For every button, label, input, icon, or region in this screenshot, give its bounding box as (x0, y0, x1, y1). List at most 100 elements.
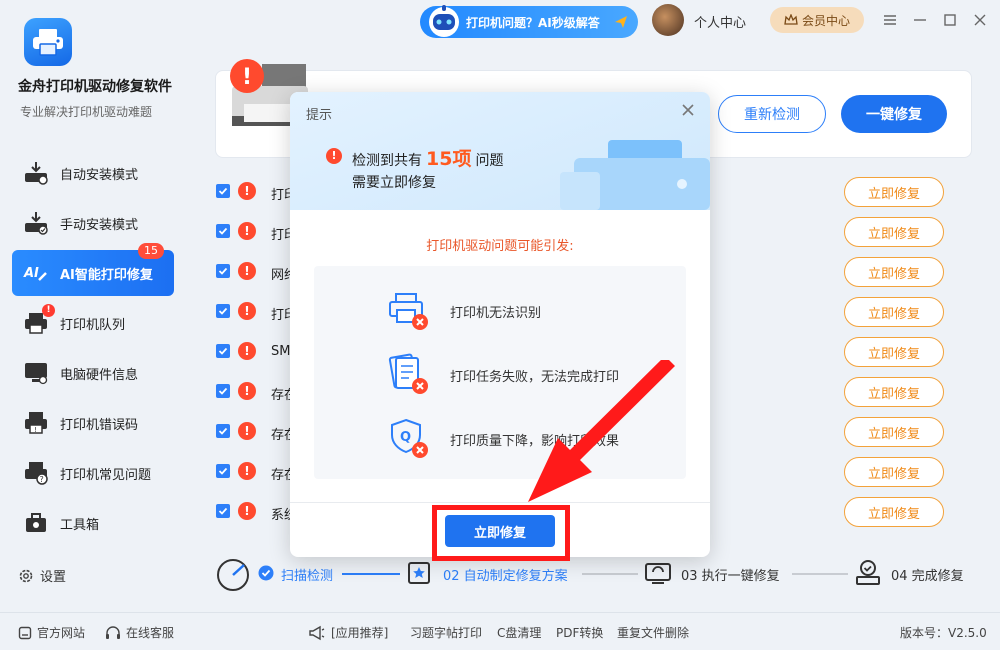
online-support-link[interactable]: 在线客服 (105, 624, 174, 641)
checkmark-icon (218, 227, 228, 235)
app-logo (24, 18, 72, 66)
checkmark-icon (218, 187, 228, 195)
complete-icon (856, 560, 880, 585)
fix-now-button[interactable]: 立即修复 (844, 417, 944, 447)
sidebar-item-label: 手动安装模式 (60, 217, 139, 233)
annotation-arrow-icon (528, 360, 675, 502)
checkmark-icon (218, 507, 228, 515)
row-checkbox[interactable] (216, 264, 230, 278)
member-center-label: 会员中心 (801, 13, 850, 28)
plan-star-icon (408, 562, 430, 584)
member-center-button[interactable]: 会员中心 (770, 7, 864, 33)
fix-now-button[interactable]: 立即修复 (844, 377, 944, 407)
row-checkbox[interactable] (216, 464, 230, 478)
checkmark-icon (218, 267, 228, 275)
annotation-highlight-box (432, 505, 570, 561)
quality-error-icon: Q (391, 418, 428, 458)
radar-scan-icon (217, 559, 249, 591)
row-checkbox[interactable] (216, 304, 230, 318)
footer-link-copybook[interactable]: 习题字帖打印 (410, 624, 482, 641)
issue-count-badge: 15 (138, 243, 164, 259)
gear-icon (19, 569, 33, 582)
fix-now-button[interactable]: 立即修复 (844, 457, 944, 487)
row-checkbox[interactable] (216, 184, 230, 198)
checkmark-icon (218, 307, 228, 315)
megaphone-icon (309, 625, 325, 640)
fix-now-button[interactable]: 立即修复 (844, 337, 944, 367)
sidebar-item-auto-install[interactable]: 自动安装模式 (12, 150, 174, 196)
footer-link-pdf-convert[interactable]: PDF转换 (556, 624, 603, 641)
headset-icon (106, 625, 120, 639)
footer-link-c-drive-clean[interactable]: C盘清理 (497, 624, 541, 641)
warning-icon: ! (238, 182, 256, 200)
detect-summary-line2: 需要立即修复 (352, 175, 436, 191)
sidebar-item-label: 打印机常见问题 (60, 467, 152, 483)
fix-now-button[interactable]: 立即修复 (844, 297, 944, 327)
app-recommend-label: [应用推荐] (308, 624, 388, 641)
sidebar-item-faq[interactable]: ? 打印机常见问题 (12, 450, 174, 496)
sidebar: 金舟打印机驱动修复软件 专业解决打印机驱动难题 自动安装模式 手动安装模式 AI… (0, 0, 190, 612)
sidebar-item-label: 工具箱 (60, 517, 100, 533)
footer-link-dup-file-delete[interactable]: 重复文件删除 (617, 624, 689, 641)
fix-now-button[interactable]: 立即修复 (844, 217, 944, 247)
one-click-fix-button[interactable]: 一键修复 (841, 95, 947, 133)
avatar[interactable] (652, 4, 684, 36)
step-2-label: 02 自动制定修复方案 (443, 569, 568, 584)
fix-now-button[interactable]: 立即修复 (844, 497, 944, 527)
sidebar-item-toolbox[interactable]: 工具箱 (12, 500, 174, 546)
home-icon (18, 626, 32, 639)
step-connector (792, 573, 848, 575)
sidebar-item-hardware-info[interactable]: 电脑硬件信息 (12, 350, 174, 396)
crown-icon (784, 14, 798, 25)
warning-icon: ! (238, 302, 256, 320)
warning-icon: ! (238, 382, 256, 400)
step-4-label: 04 完成修复 (891, 569, 964, 584)
row-checkbox[interactable] (216, 504, 230, 518)
recheck-button[interactable]: 重新检测 (718, 95, 826, 133)
dialog-close-icon[interactable] (680, 102, 696, 118)
sidebar-item-label: AI智能打印修复 (60, 267, 153, 283)
warning-icon: ! (238, 502, 256, 520)
app-subtitle: 专业解决打印机驱动难题 (20, 105, 153, 119)
app-title: 金舟打印机驱动修复软件 (18, 79, 172, 95)
maximize-icon[interactable] (942, 12, 958, 28)
checkmark-icon (218, 427, 228, 435)
checkmark-icon (218, 467, 228, 475)
step-connector (582, 573, 638, 575)
minimize-icon[interactable] (912, 12, 928, 28)
personal-center-link[interactable]: 个人中心 (694, 12, 746, 31)
document-error-icon (388, 353, 428, 394)
sidebar-item-error-code[interactable]: ! 打印机错误码 (12, 400, 174, 446)
sidebar-item-printer-queue[interactable]: ! 打印机队列 (12, 300, 174, 346)
settings-label: 设置 (40, 570, 67, 585)
row-checkbox[interactable] (216, 384, 230, 398)
checkmark-icon (218, 387, 228, 395)
sidebar-item-manual-install[interactable]: 手动安装模式 (12, 200, 174, 246)
official-website-link[interactable]: 官方网站 (18, 624, 85, 641)
row-checkbox[interactable] (216, 344, 230, 358)
warning-icon: ! (238, 422, 256, 440)
svg-text:!: ! (34, 426, 37, 434)
close-icon[interactable] (972, 12, 988, 28)
ai-assistant-button[interactable]: 打印机问题？AI秒级解答 (420, 5, 638, 38)
printer-error-icon (389, 293, 428, 330)
svg-text:Q: Q (400, 430, 411, 445)
sidebar-item-label: 电脑硬件信息 (60, 367, 139, 383)
sidebar-nav: 自动安装模式 手动安装模式 AI AI智能打印修复 15 ! 打印机队列 电脑硬… (12, 150, 174, 550)
menu-icon[interactable] (882, 12, 898, 28)
fix-now-button[interactable]: 立即修复 (844, 177, 944, 207)
step-1-label: 扫描检测 (281, 569, 334, 584)
row-checkbox[interactable] (216, 224, 230, 238)
monitor-icon (22, 359, 50, 387)
settings-button[interactable]: 设置 (18, 566, 66, 585)
sidebar-item-ai-repair[interactable]: AI AI智能打印修复 15 (12, 243, 174, 296)
version-label: 版本号：V2.5.0 (900, 626, 987, 640)
fix-now-button[interactable]: 立即修复 (844, 257, 944, 287)
svg-text:?: ? (40, 475, 44, 484)
detect-count: 15项 (426, 148, 472, 170)
cause-item: 打印机无法识别 (386, 288, 686, 332)
detect-summary: 检测到共有 15项 问题 (352, 144, 503, 171)
warning-icon: ! (238, 222, 256, 240)
row-checkbox[interactable] (216, 424, 230, 438)
check-circle-icon (258, 565, 274, 581)
